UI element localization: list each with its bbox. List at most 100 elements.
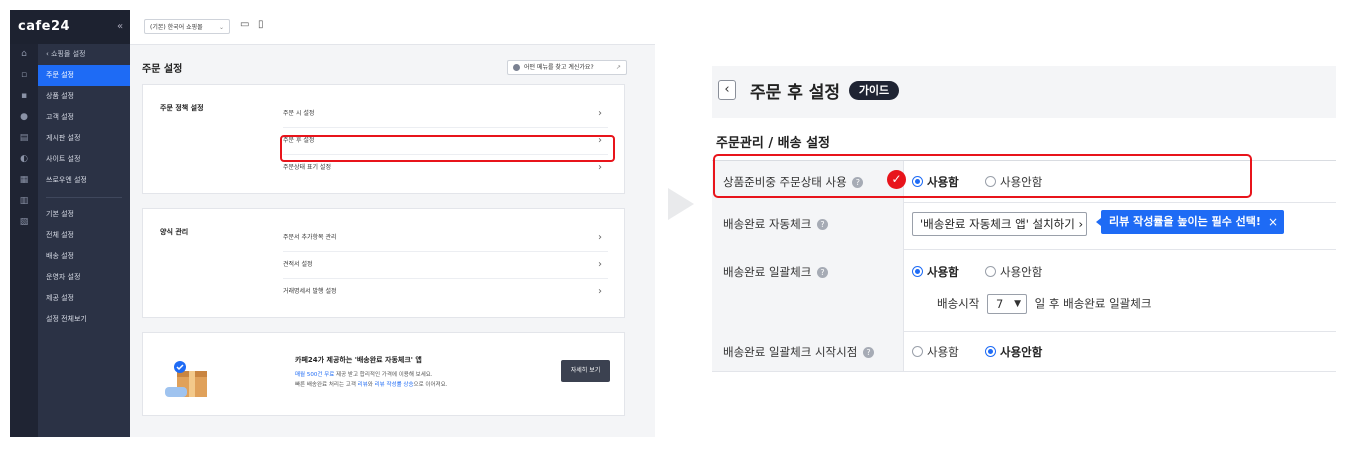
transition-arrow-icon — [668, 188, 694, 220]
card-title-form-management: 양식 관리 — [160, 228, 189, 236]
row-order-form-fields[interactable]: 주문서 추가항목 관리 › — [283, 225, 608, 252]
sidebar-item-order-settings[interactable]: 주문 설정 — [38, 65, 130, 86]
row-label: 주문상태 표기 설정 — [283, 164, 331, 171]
design-icon[interactable]: ◐ — [10, 149, 38, 170]
label-text: 배송완료 일괄체크 시작시점 — [723, 345, 858, 359]
promo-desc-2: 빠른 배송완료 처리는 고객 리뷰와 리뷰 작성률 상승으로 이어져요. — [295, 380, 447, 388]
delivery-box-illustration — [165, 361, 207, 397]
radio-not-use-bulk-check[interactable]: 사용안함 — [985, 264, 1042, 280]
help-icon[interactable]: ? — [816, 267, 828, 278]
label-text: 배송완료 자동체크 — [723, 217, 812, 231]
row-header: 배송완료 일괄체크 시작시점 ? — [712, 331, 904, 371]
close-icon[interactable]: × — [1268, 210, 1278, 234]
check-icon: ✓ — [887, 170, 906, 189]
radio-label: 사용함 — [927, 265, 959, 279]
mobile-icon[interactable]: ▯ — [258, 20, 268, 30]
collapse-sidebar-button[interactable]: « — [117, 21, 123, 32]
promo-text: 와 — [367, 382, 375, 388]
sidebar-item-all-settings[interactable]: 전체 설정 — [38, 225, 130, 246]
radio-not-use-start-point[interactable]: 사용안함 — [985, 344, 1042, 360]
promo-text: 으로 이어져요. — [413, 382, 448, 388]
table-row: 배송완료 자동체크 ? '배송완료 자동체크 앱' 설치하기 › 리뷰 작성률을… — [712, 202, 1336, 250]
admin-screenshot: cafe24 « ⌂ ▫ ▪ ● ▤ ◐ ▦ ▥ ▧ ‹ 쇼핑몰 설정 주문 설… — [10, 10, 655, 437]
sidebar-item-site-settings[interactable]: 사이트 설정 — [38, 149, 130, 170]
row-label: 거래명세서 발행 설정 — [283, 288, 337, 295]
row-label: 주문서 추가항목 관리 — [283, 234, 337, 241]
radio-icon — [985, 346, 996, 357]
row-order-time-settings[interactable]: 주문 시 설정 › — [283, 101, 608, 128]
help-icon[interactable]: ? — [862, 347, 874, 358]
menu-search-help-button[interactable]: 어떤 메뉴를 찾고 계신가요? ↗ — [507, 60, 627, 75]
logo-bar: cafe24 « — [10, 10, 130, 44]
shop-select[interactable]: (기본) 한국어 쇼핑몰 ⌄ — [144, 19, 230, 34]
install-auto-check-app-button[interactable]: '배송완료 자동체크 앱' 설치하기 › — [912, 212, 1087, 236]
sidebar-item-misc-settings[interactable]: 쓰로우엔 설정 — [38, 170, 130, 191]
sidebar-item-product-settings[interactable]: 상품 설정 — [38, 86, 130, 107]
sidebar-item-customer-settings[interactable]: 고객 설정 — [38, 107, 130, 128]
form-management-card: 양식 관리 주문서 추가항목 관리 › 견적서 설정 › 거래명세서 발행 설정… — [142, 208, 625, 318]
help-dot-icon — [513, 64, 520, 71]
page-title: 주문 후 설정 — [750, 83, 841, 103]
external-link-icon: ↗ — [615, 64, 621, 71]
sidebar-item-provide-settings[interactable]: 제공 설정 — [38, 288, 130, 309]
card-title-order-policy: 주문 정책 설정 — [160, 104, 204, 112]
promotion-icon[interactable]: ▦ — [10, 170, 38, 191]
top-bar: (기본) 한국어 쇼핑몰 ⌄ ▭ ▯ — [130, 10, 655, 45]
sidebar-item-board-settings[interactable]: 게시판 설정 — [38, 128, 130, 149]
view-details-button[interactable]: 자세히 보기 — [561, 360, 610, 382]
promo-title: 카페24가 제공하는 '배송완료 자동체크' 앱 — [295, 356, 422, 364]
sidebar-item-operator-settings[interactable]: 운영자 설정 — [38, 267, 130, 288]
icon-rail: ⌂ ▫ ▪ ● ▤ ◐ ▦ ▥ ▧ — [10, 44, 38, 437]
days-value: 7 — [995, 297, 1004, 311]
row-header: 배송완료 자동체크 ? — [712, 202, 904, 249]
row-label: 배송완료 일괄체크 ? — [723, 264, 828, 280]
help-button-label: 어떤 메뉴를 찾고 계신가요? — [524, 64, 594, 71]
home-icon[interactable]: ⌂ — [10, 44, 38, 65]
highlight-box — [713, 154, 1252, 198]
promo-highlight: 매월 500건 무료 — [295, 372, 335, 378]
row-label: 주문 시 설정 — [283, 110, 315, 117]
promo-banner: 카페24가 제공하는 '배송완료 자동체크' 앱 매월 500건 무료 제공 받… — [142, 332, 625, 416]
guide-button[interactable]: 가이드 — [849, 81, 899, 100]
settings-icon[interactable]: ▧ — [10, 212, 38, 233]
sub-suffix: 일 후 배송완료 일괄체크 — [1034, 296, 1152, 311]
row-label: 견적서 설정 — [283, 261, 313, 268]
tooltip: 리뷰 작성률을 높이는 필수 선택! × — [1096, 210, 1284, 234]
sidebar-item-view-all[interactable]: 설정 전체보기 — [38, 309, 130, 330]
stats-icon[interactable]: ▥ — [10, 191, 38, 212]
radio-icon — [912, 346, 923, 357]
back-button[interactable]: ‹ — [718, 80, 736, 100]
after-order-settings-screen: ‹ 주문 후 설정 가이드 주문관리 / 배송 설정 상품준비중 주문상태 사용… — [712, 66, 1336, 391]
sidebar-item-basic-settings[interactable]: 기본 설정 — [38, 204, 130, 225]
logo: cafe24 — [18, 19, 71, 34]
chevron-right-icon: › — [598, 259, 602, 270]
radio-icon — [912, 266, 923, 277]
bulk-check-days-line: 배송시작 7 ▼ 일 후 배송완료 일괄체크 — [937, 294, 1151, 314]
row-invoice-settings[interactable]: 거래명세서 발행 설정 › — [283, 279, 608, 305]
promo-desc-1: 매월 500건 무료 제공 받고 합리적인 가격에 이용해 보세요. — [295, 370, 433, 378]
product-icon[interactable]: ▪ — [10, 86, 38, 107]
highlight-box — [280, 135, 615, 162]
chevron-right-icon: › — [598, 232, 602, 243]
table-row: 배송완료 일괄체크 시작시점 ? 사용함 사용안함 — [712, 331, 1336, 372]
days-select[interactable]: 7 ▼ — [986, 294, 1027, 314]
row-header: 배송완료 일괄체크 ? — [712, 249, 904, 331]
page-title: 주문 설정 — [142, 64, 183, 75]
section-title: 주문관리 / 배송 설정 — [716, 136, 831, 151]
board-icon[interactable]: ▤ — [10, 128, 38, 149]
sidebar-back-shop-settings[interactable]: ‹ 쇼핑몰 설정 — [38, 44, 130, 65]
sidebar-item-delivery-settings[interactable]: 배송 설정 — [38, 246, 130, 267]
help-icon[interactable]: ? — [816, 219, 828, 230]
promo-highlight: 리뷰 작성률 상승 — [374, 382, 414, 388]
chevron-right-icon: › — [598, 286, 602, 297]
radio-label: 사용안함 — [1000, 265, 1043, 279]
radio-use-start-point[interactable]: 사용함 — [912, 344, 959, 360]
sub-prefix: 배송시작 — [937, 296, 980, 311]
radio-use-bulk-check[interactable]: 사용함 — [912, 264, 959, 280]
user-icon[interactable]: ● — [10, 107, 38, 128]
cart-icon[interactable]: ▫ — [10, 65, 38, 86]
monitor-icon[interactable]: ▭ — [240, 20, 250, 30]
promo-text: 제공 받고 합리적인 가격에 이용해 보세요. — [334, 372, 433, 378]
radio-label: 사용안함 — [1000, 345, 1043, 359]
row-quote-settings[interactable]: 견적서 설정 › — [283, 252, 608, 279]
